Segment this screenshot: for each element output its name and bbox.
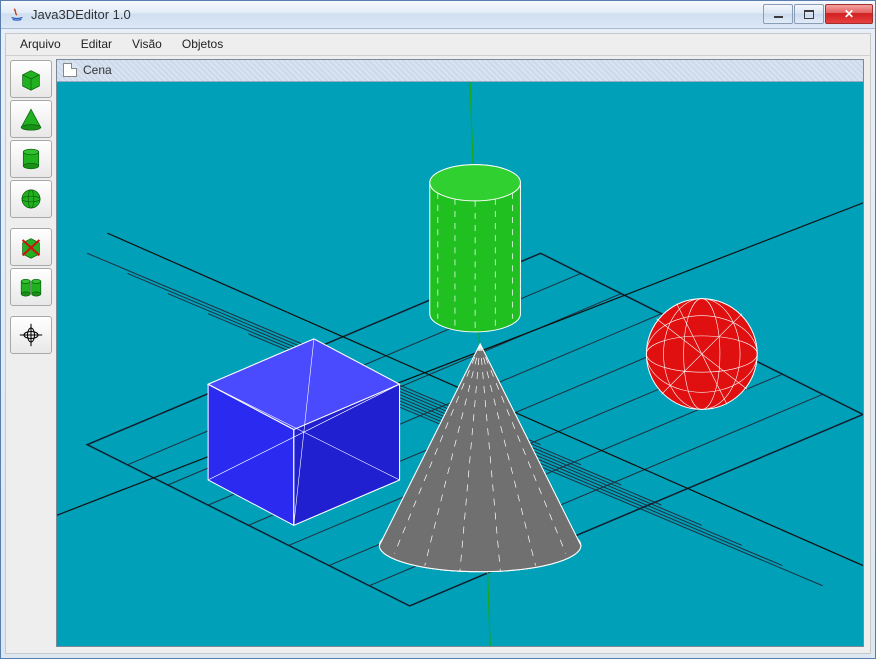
canvas-wrap: Cena — [56, 56, 870, 653]
menu-editar[interactable]: Editar — [71, 35, 122, 53]
cube-icon — [17, 65, 45, 93]
delete-cube-icon — [17, 233, 45, 261]
document-icon — [63, 63, 77, 77]
scene-title: Cena — [83, 63, 112, 77]
two-cylinders-icon — [17, 273, 45, 301]
app-body: Arquivo Editar Visão Objetos — [5, 33, 871, 654]
sphere-icon — [17, 185, 45, 213]
window-title: Java3DEditor 1.0 — [31, 7, 762, 22]
menu-objetos[interactable]: Objetos — [172, 35, 233, 53]
viewport-3d[interactable] — [57, 82, 863, 646]
minimize-icon — [774, 16, 783, 18]
scene-svg — [57, 82, 863, 646]
toolbar — [6, 56, 56, 653]
delete-tool-button[interactable] — [10, 228, 52, 266]
cylinder-icon — [17, 145, 45, 173]
scene-cylinder — [430, 164, 521, 331]
menubar: Arquivo Editar Visão Objetos — [6, 34, 870, 56]
sphere-tool-button[interactable] — [10, 180, 52, 218]
scene-sphere — [646, 298, 757, 409]
maximize-icon — [804, 10, 814, 19]
close-button[interactable]: ✕ — [825, 4, 873, 24]
scene-titlebar[interactable]: Cena — [57, 60, 863, 82]
cone-tool-button[interactable] — [10, 100, 52, 138]
close-icon: ✕ — [844, 7, 854, 21]
menu-visao[interactable]: Visão — [122, 35, 172, 53]
titlebar[interactable]: Java3DEditor 1.0 ✕ — [1, 1, 875, 29]
app-window: Java3DEditor 1.0 ✕ Arquivo Editar Visão … — [0, 0, 876, 659]
menu-arquivo[interactable]: Arquivo — [10, 35, 71, 53]
window-buttons: ✕ — [762, 4, 873, 24]
java-icon — [9, 6, 25, 22]
workarea: Cena — [6, 56, 870, 653]
cone-icon — [17, 105, 45, 133]
duplicate-tool-button[interactable] — [10, 268, 52, 306]
minimize-button[interactable] — [763, 4, 793, 24]
maximize-button[interactable] — [794, 4, 824, 24]
origin-tool-button[interactable] — [10, 316, 52, 354]
crosshair-icon — [17, 321, 45, 349]
scene-frame: Cena — [56, 59, 864, 647]
cube-tool-button[interactable] — [10, 60, 52, 98]
cylinder-tool-button[interactable] — [10, 140, 52, 178]
